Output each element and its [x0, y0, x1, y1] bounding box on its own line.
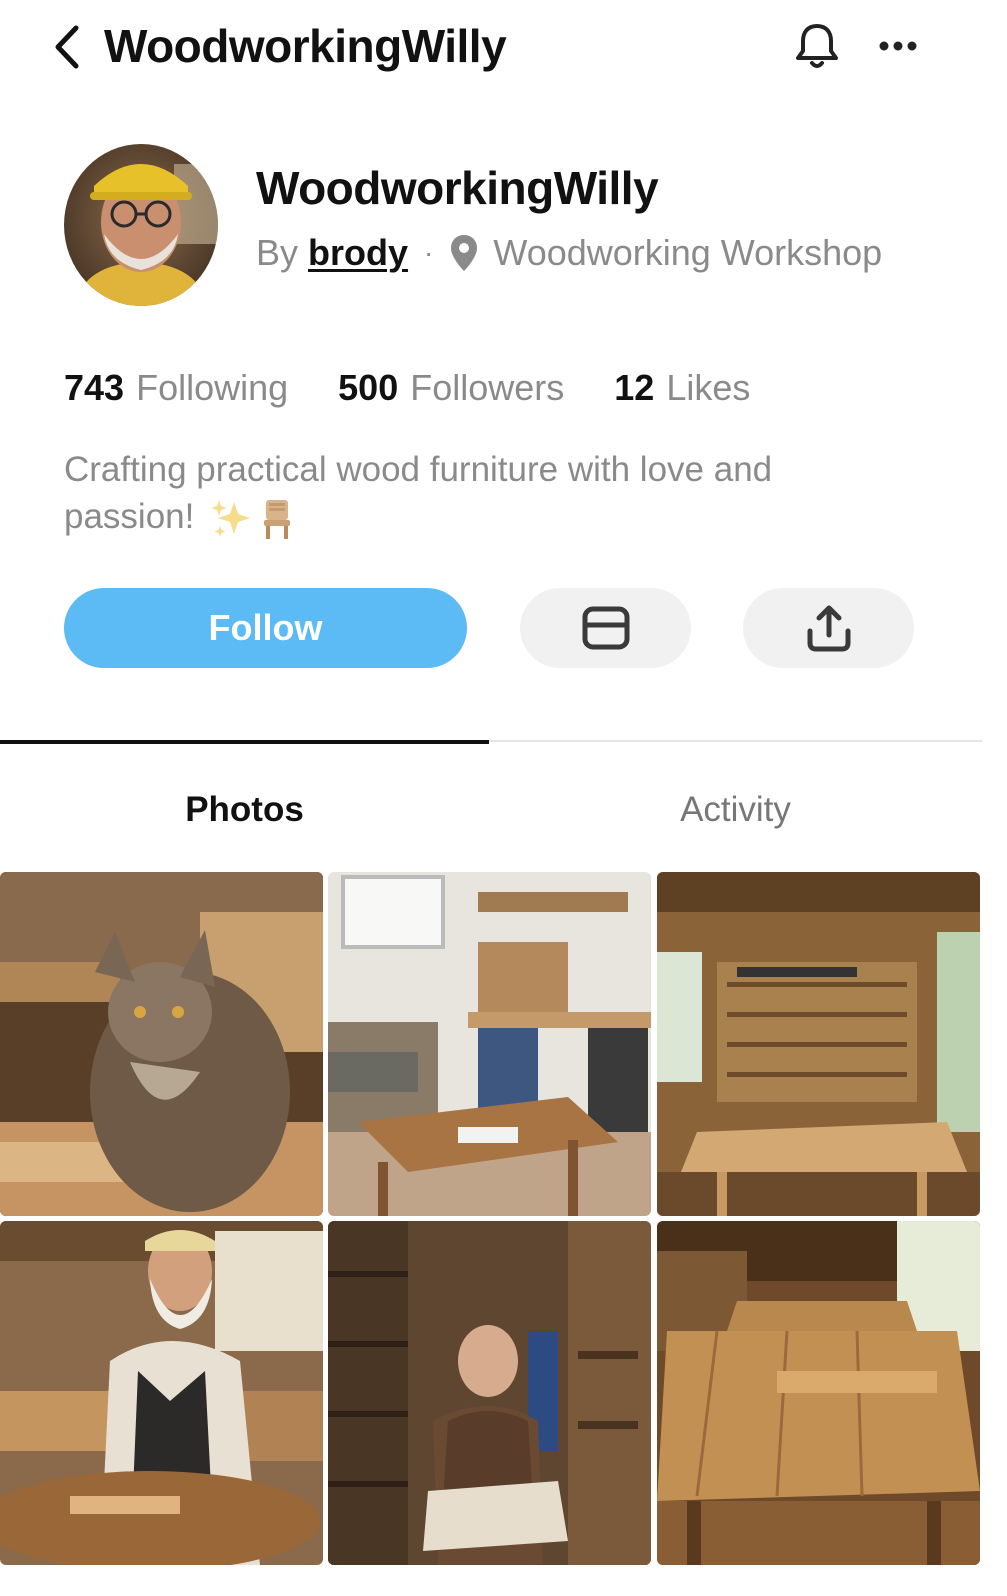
top-bar: WoodworkingWilly: [0, 0, 1007, 92]
sparkles-icon: [211, 499, 251, 537]
profile-meta: By brody · Woodworking Workshop: [256, 230, 882, 276]
avatar[interactable]: [64, 144, 218, 306]
map-pin-icon: [451, 235, 478, 271]
profile-tabs: Photos Activity: [0, 740, 982, 870]
following-label: Following: [136, 367, 289, 408]
active-tab-indicator: [0, 740, 489, 744]
followers-count: 500: [338, 367, 399, 408]
chevron-left-icon: [55, 25, 79, 69]
more-horizontal-icon: [879, 41, 917, 51]
message-button[interactable]: [520, 588, 691, 668]
back-button[interactable]: [50, 22, 86, 72]
share-icon: [807, 605, 850, 652]
share-button[interactable]: [743, 588, 914, 668]
follow-button[interactable]: Follow: [64, 588, 467, 668]
followers-label: Followers: [410, 367, 565, 408]
bell-icon: [796, 24, 838, 68]
tab-photos[interactable]: Photos: [0, 780, 489, 840]
photo-tile[interactable]: [328, 872, 651, 1216]
more-options-button[interactable]: [878, 30, 920, 60]
by-label: By: [256, 232, 299, 273]
author-link[interactable]: brody: [308, 232, 408, 274]
photo-tile[interactable]: [0, 1221, 323, 1565]
notifications-button[interactable]: [794, 20, 840, 72]
mail-icon: [582, 606, 629, 650]
profile-bio: Crafting practical wood furniture with l…: [64, 446, 884, 540]
chair-icon: [264, 499, 291, 539]
photo-grid: [0, 872, 982, 1568]
following-count: 743: [64, 367, 125, 408]
stat-followers[interactable]: 500 Followers: [338, 367, 564, 409]
likes-count: 12: [614, 367, 655, 408]
tab-activity[interactable]: Activity: [489, 780, 982, 840]
bio-text: Crafting practical wood furniture with l…: [64, 450, 773, 536]
stat-likes[interactable]: 12 Likes: [614, 367, 750, 409]
photo-tile[interactable]: [657, 872, 980, 1216]
photo-tile[interactable]: [657, 1221, 980, 1565]
profile-name: WoodworkingWilly: [256, 162, 659, 214]
location-link[interactable]: Woodworking Workshop: [493, 232, 882, 274]
photo-tile[interactable]: [0, 872, 323, 1216]
likes-label: Likes: [666, 367, 751, 408]
stat-following[interactable]: 743 Following: [64, 367, 288, 409]
top-bar-title: WoodworkingWilly: [104, 20, 507, 72]
profile-stats: 743 Following 500 Followers 12 Likes: [64, 364, 750, 412]
photo-tile[interactable]: [328, 1221, 651, 1565]
meta-separator: ·: [424, 237, 434, 268]
bio-emojis: [210, 498, 302, 540]
